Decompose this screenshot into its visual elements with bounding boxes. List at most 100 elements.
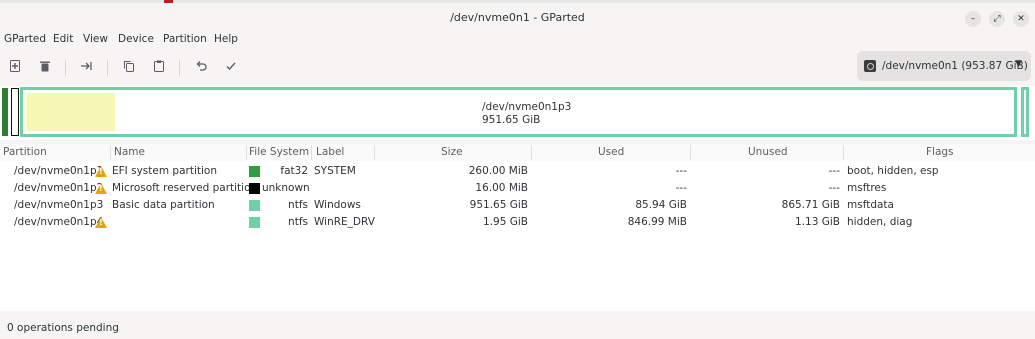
partition-path: /dev/nvme0n1p1: [14, 165, 104, 177]
title-bar: /dev/nvme0n1 - GParted – ⤢ ✕: [0, 3, 1035, 31]
partition-map: /dev/nvme0n1p3 951.65 GiB: [0, 86, 1035, 140]
partition-flags: msftdata: [847, 199, 894, 211]
table-row[interactable]: /dev/nvme0n1p1 EFI system partition fat32 S…: [0, 163, 1035, 180]
col-used[interactable]: Used: [598, 146, 624, 158]
partition-unused: 1.13 GiB: [795, 216, 840, 228]
col-size[interactable]: Size: [441, 146, 463, 158]
copy-icon: [124, 61, 134, 72]
column-divider: [110, 145, 111, 160]
close-icon: ✕: [1017, 14, 1025, 24]
apply-button[interactable]: [221, 58, 241, 78]
partition-path: /dev/nvme0n1p4: [14, 216, 104, 228]
resize-move-button[interactable]: [77, 58, 97, 78]
partition-used: ---: [675, 182, 687, 194]
filesystem-color-swatch: [249, 200, 260, 211]
status-bar: 0 operations pending: [0, 311, 1035, 339]
partition-flags: hidden, diag: [847, 216, 913, 228]
column-divider: [311, 145, 312, 160]
partition-used: 846.99 MiB: [627, 216, 687, 228]
partition-block-p3[interactable]: /dev/nvme0n1p3 951.65 GiB: [20, 87, 1017, 137]
partition-block-p2[interactable]: [11, 88, 19, 136]
filesystem-color-swatch: [249, 183, 260, 194]
toolbar-separator: [107, 60, 108, 76]
warning-icon[interactable]: [95, 183, 107, 194]
col-flags[interactable]: Flags: [926, 146, 954, 158]
undo-button[interactable]: [191, 58, 211, 78]
delete-button[interactable]: [35, 58, 55, 78]
partition-block-p4[interactable]: [1021, 87, 1029, 137]
device-selector-label: /dev/nvme0n1 (953.87 GiB): [882, 60, 1028, 72]
filesystem-color-swatch: [249, 166, 260, 177]
paste-icon: [154, 60, 164, 72]
warning-icon[interactable]: [95, 166, 107, 177]
paste-button[interactable]: [149, 58, 169, 78]
new-partition-button[interactable]: [5, 58, 25, 78]
column-divider: [843, 145, 844, 160]
col-name[interactable]: Name: [114, 146, 145, 158]
col-partition[interactable]: Partition: [3, 146, 47, 158]
minimize-icon: –: [970, 14, 976, 24]
partition-name: Microsoft reserved partition: [112, 182, 258, 194]
menu-help[interactable]: Help: [214, 33, 238, 45]
chevron-down-icon: ▼: [1015, 59, 1022, 69]
partition-label: SYSTEM: [314, 165, 356, 177]
partition-block-p1[interactable]: [2, 88, 8, 136]
maximize-button[interactable]: ⤢: [989, 11, 1005, 27]
partition-used: ---: [675, 165, 687, 177]
partition-unused: 865.71 GiB: [781, 199, 840, 211]
copy-button[interactable]: [119, 58, 139, 78]
delete-icon: [40, 61, 50, 72]
menu-gparted[interactable]: GParted: [4, 33, 46, 45]
filesystem: ntfs: [288, 199, 308, 211]
col-unused[interactable]: Unused: [748, 146, 788, 158]
partition-path: /dev/nvme0n1p2: [14, 182, 104, 194]
window-title: /dev/nvme0n1 - GParted: [450, 11, 585, 24]
partition-label: WinRE_DRV: [314, 216, 375, 228]
column-divider: [531, 145, 532, 160]
apply-icon: [226, 62, 236, 71]
status-text: 0 operations pending: [7, 322, 119, 334]
partition-label: Windows: [314, 199, 361, 211]
partition-table: /dev/nvme0n1p1 EFI system partition fat32 S…: [0, 161, 1035, 311]
warning-icon[interactable]: [95, 217, 107, 228]
close-button[interactable]: ✕: [1013, 11, 1029, 27]
col-filesystem[interactable]: File System: [249, 146, 309, 158]
table-header: Partition Name File System Label Size Us…: [0, 144, 1035, 162]
filesystem: unknown: [262, 182, 310, 194]
partition-name: EFI system partition: [112, 165, 217, 177]
toolbar-separator: [65, 60, 66, 76]
partition-flags: msftres: [847, 182, 887, 194]
partition-used: 85.94 GiB: [635, 199, 687, 211]
new-partition-icon: [10, 60, 20, 72]
table-row[interactable]: /dev/nvme0n1p2 Microsoft reserved partiti…: [0, 180, 1035, 197]
partition-unused: ---: [828, 165, 840, 177]
undo-icon: [196, 61, 207, 71]
maximize-icon: ⤢: [993, 14, 1001, 24]
col-label[interactable]: Label: [316, 146, 344, 158]
partition-name: Basic data partition: [112, 199, 215, 211]
table-row[interactable]: /dev/nvme0n1p4 ntfs WinRE_DRV 1.95 GiB 846.9…: [0, 214, 1035, 231]
harddisk-icon: [864, 60, 876, 72]
menu-partition[interactable]: Partition: [163, 33, 207, 45]
toolbar-separator: [179, 60, 180, 76]
menu-device[interactable]: Device: [118, 33, 154, 45]
table-row[interactable]: /dev/nvme0n1p3 Basic data partition ntfs Wi…: [0, 197, 1035, 214]
partition-unused: ---: [828, 182, 840, 194]
device-selector[interactable]: /dev/nvme0n1 (953.87 GiB) ▼: [857, 51, 1031, 81]
filesystem-color-swatch: [249, 217, 260, 228]
partition-size: 951.65 GiB: [469, 199, 528, 211]
filesystem: ntfs: [288, 216, 308, 228]
menu-edit[interactable]: Edit: [53, 33, 73, 45]
menu-view[interactable]: View: [83, 33, 108, 45]
partition-block-size: 951.65 GiB: [482, 114, 541, 126]
partition-flags: boot, hidden, esp: [847, 165, 939, 177]
partition-size: 1.95 GiB: [483, 216, 528, 228]
resize-move-icon: [81, 62, 92, 70]
used-space-fill: [26, 93, 115, 131]
partition-path: /dev/nvme0n1p3: [14, 199, 104, 211]
column-divider: [374, 145, 375, 160]
minimize-button[interactable]: –: [965, 11, 981, 27]
column-divider: [690, 145, 691, 160]
partition-size: 16.00 MiB: [475, 182, 528, 194]
filesystem: fat32: [280, 165, 308, 177]
